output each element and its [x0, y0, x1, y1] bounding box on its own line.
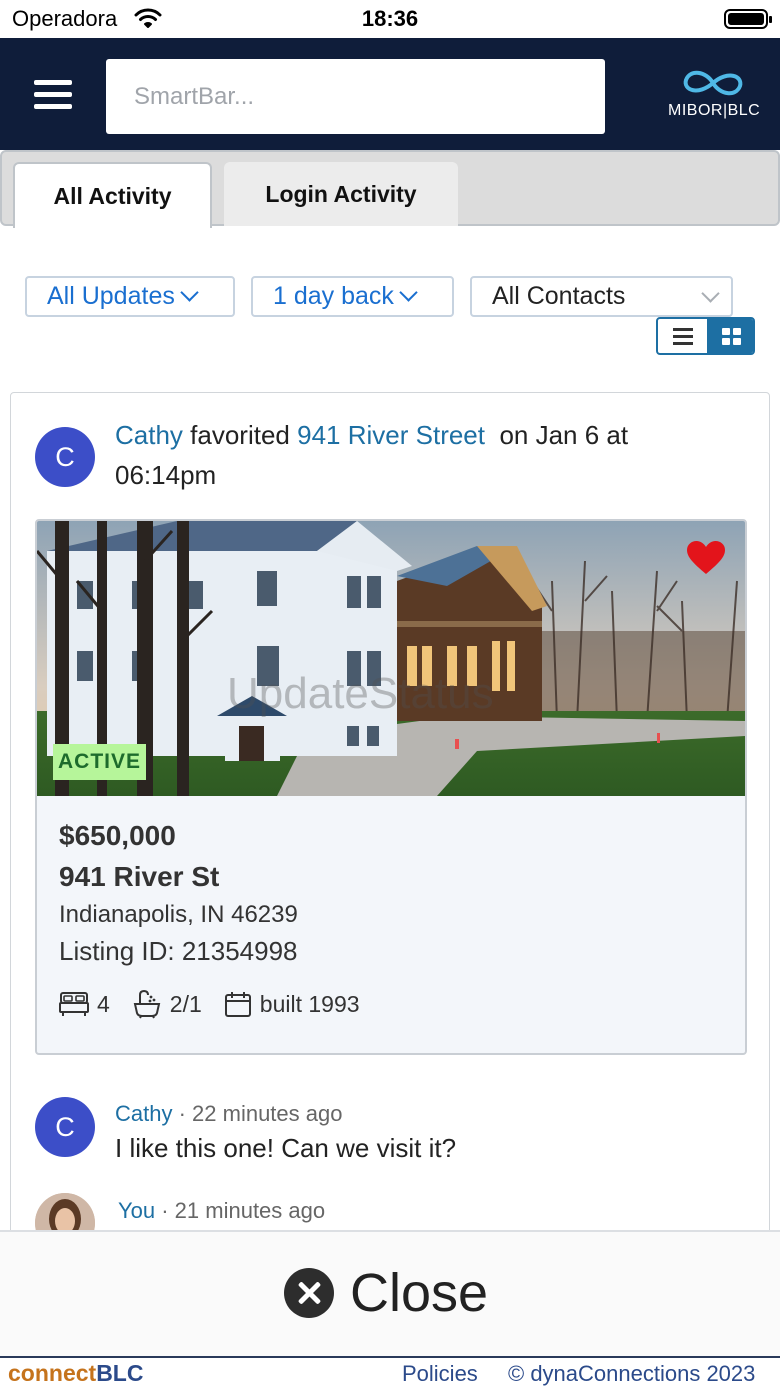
- contacts-filter-label: All Contacts: [492, 282, 626, 310]
- list-view-icon[interactable]: [658, 319, 707, 353]
- favorite-heart-icon[interactable]: [687, 541, 725, 580]
- close-bar: Close: [0, 1230, 780, 1356]
- bath-icon: [133, 989, 161, 1019]
- year-built: built 1993: [259, 990, 360, 1017]
- contacts-filter-select[interactable]: All Contacts: [470, 276, 733, 317]
- policies-link[interactable]: Policies: [402, 1361, 478, 1387]
- smartbar-search-input[interactable]: [106, 59, 605, 134]
- comment-author-link[interactable]: You: [118, 1198, 155, 1223]
- logo-text: MIBOR|BLC: [668, 102, 761, 119]
- clock: 18:36: [361, 6, 419, 31]
- activity-description: Cathy favorited 941 River Street on Jan …: [115, 415, 695, 495]
- comment-timestamp: · 21 minutes ago: [155, 1198, 326, 1223]
- activity-user-link[interactable]: Cathy: [115, 420, 183, 450]
- updates-filter-label: All Updates: [47, 282, 175, 310]
- close-icon: [284, 1268, 334, 1318]
- baths-count: 2/1: [169, 990, 202, 1017]
- status-badge: ACTIVE: [53, 744, 146, 780]
- tab-all-activity[interactable]: All Activity: [13, 162, 212, 228]
- photo-watermark: UpdateStatus: [227, 669, 494, 718]
- activity-tabs: All Activity Login Activity: [0, 150, 780, 228]
- listing-street: 941 River St: [59, 861, 220, 892]
- view-toggle: [656, 317, 755, 355]
- listing-city: Indianapolis, IN 46239: [59, 901, 298, 928]
- battery-icon: [724, 9, 772, 29]
- close-button[interactable]: Close: [284, 1262, 488, 1324]
- timeframe-filter-dropdown[interactable]: 1 day back: [251, 276, 454, 317]
- activity-feed-card: C Cathy favorited 941 River Street on Ja…: [10, 392, 770, 1252]
- listing-card[interactable]: UpdateStatus ACTIVE $650,000 941 River S…: [35, 519, 747, 1055]
- status-bar: Operadora 18:36: [0, 0, 780, 38]
- bed-icon: [59, 992, 89, 1016]
- comment-text: I like this one! Can we visit it?: [115, 1133, 457, 1163]
- activity-action: favorited: [190, 420, 290, 450]
- updates-filter-dropdown[interactable]: All Updates: [25, 276, 235, 317]
- comment-timestamp: · 22 minutes ago: [172, 1101, 343, 1126]
- comment-meta: You · 21 minutes ago: [118, 1198, 325, 1224]
- connectblc-logo[interactable]: connectBLC: [8, 1360, 143, 1387]
- chevron-down-icon: [180, 283, 199, 302]
- infinity-logo-icon: [683, 70, 743, 96]
- avatar[interactable]: C: [35, 1097, 95, 1157]
- mibor-blc-logo: MIBOR|BLC: [664, 66, 764, 126]
- tab-login-activity[interactable]: Login Activity: [224, 162, 458, 226]
- hamburger-menu-icon[interactable]: [34, 80, 72, 110]
- comment-meta: Cathy · 22 minutes ago: [115, 1101, 342, 1127]
- app-header: MIBOR|BLC: [0, 38, 780, 150]
- listing-specs: 4 2/1 built 1993: [59, 987, 382, 1021]
- listing-price: $650,000: [59, 820, 176, 851]
- comment-author-link[interactable]: Cathy: [115, 1101, 172, 1126]
- grid-view-icon[interactable]: [707, 319, 753, 353]
- listing-id: Listing ID: 21354998: [59, 936, 298, 966]
- copyright-text: © dynaConnections 2023: [508, 1361, 756, 1386]
- footer: connectBLC Policies © dynaConnections 20…: [0, 1356, 780, 1387]
- activity-property-link[interactable]: 941 River Street: [297, 420, 485, 450]
- beds-count: 4: [97, 990, 110, 1017]
- calendar-icon: [224, 992, 251, 1017]
- timeframe-filter-label: 1 day back: [273, 282, 394, 310]
- close-button-label: Close: [350, 1263, 489, 1323]
- chevron-down-icon: [399, 283, 418, 302]
- listing-photo[interactable]: UpdateStatus ACTIVE: [37, 521, 745, 796]
- avatar[interactable]: C: [35, 427, 95, 487]
- chevron-down-icon: [701, 284, 720, 303]
